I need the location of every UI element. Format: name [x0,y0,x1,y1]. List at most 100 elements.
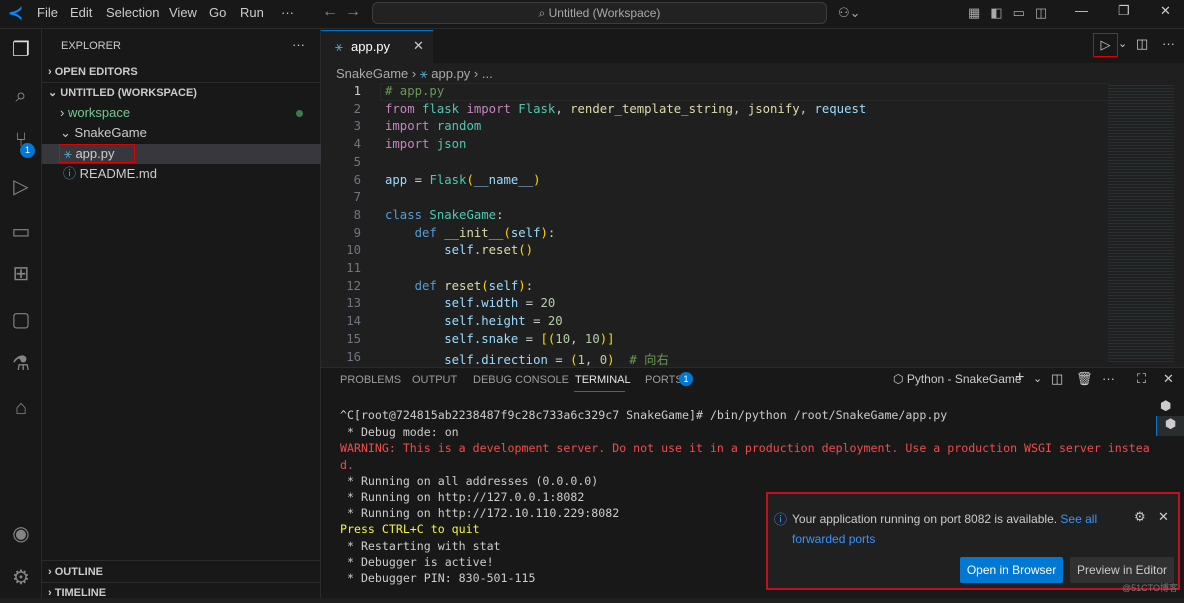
code-token: # app.py [385,84,445,98]
terminal-selector[interactable]: ⬡ Python - SnakeGame [893,372,1022,386]
terminal-instance-icon[interactable]: ⬢ [1160,398,1171,414]
manage-gear-icon[interactable]: ⚙ [8,565,34,591]
docker-icon[interactable]: ⌂ [8,395,34,421]
tab-app-py[interactable]: ⚹ app.py ✕ [321,30,433,63]
workspace-section[interactable]: ⌄ UNTITLED (WORKSPACE) [42,83,321,103]
maximize-panel-icon[interactable]: ⛶ [1137,371,1146,387]
item-label: SnakeGame [74,125,147,140]
run-python-file-button[interactable]: ▷ [1093,33,1118,57]
back-arrow-icon[interactable]: ← [322,3,338,21]
tree-item-app-py[interactable]: ⚹ app.py [42,144,321,164]
outline-section[interactable]: › OUTLINE [42,562,321,582]
explorer-icon[interactable]: ❐ [8,37,34,63]
command-center-search[interactable]: ⌕ Untitled (Workspace) [372,2,827,24]
code-token: import [385,119,437,134]
close-tab-icon[interactable]: ✕ [413,38,424,54]
notification-settings-icon[interactable]: ⚙ [1134,509,1146,525]
menu-go[interactable]: Go [209,5,226,20]
minimap[interactable] [1108,83,1174,363]
split-terminal-icon[interactable]: ◫ [1051,371,1063,387]
menu-[interactable]: ··· [281,5,294,20]
code-token: __init__ [444,225,504,240]
editor-more-icon[interactable]: ··· [1162,36,1175,51]
line-number: 6 [353,172,361,187]
tree-item-snakegame[interactable]: ⌄ SnakeGame [42,123,321,143]
kill-terminal-icon[interactable]: 🗑 [1076,371,1093,387]
close-panel-icon[interactable]: ✕ [1163,371,1174,387]
code-line: self.direction = (1, 0) # 向右 [385,350,669,368]
accounts-icon[interactable]: ◉ [8,521,34,547]
line-number: 14 [346,314,361,329]
code-token: __name__ [473,172,534,187]
code-token: , [584,352,600,367]
restore-button[interactable]: ❐ [1118,3,1130,19]
code-token: Flask [429,172,467,187]
terminal-instance-active-icon[interactable]: ⬢ [1156,416,1184,436]
tab-debug-console[interactable]: DEBUG CONSOLE [473,374,569,386]
breadcrumb-folder[interactable]: SnakeGame [336,66,408,81]
tab-ports[interactable]: PORTS [645,374,683,386]
code-line: # app.py [385,84,444,98]
code-token: ( [503,225,511,240]
tree-item-readme[interactable]: ⓘ README.md [42,164,321,184]
run-dropdown-icon[interactable]: ⌄ [1118,37,1127,50]
extensions-icon[interactable]: ⊞ [8,261,34,287]
item-label: app.py [75,146,115,161]
line-number: 1 [353,84,361,98]
code-token: [( [540,331,556,346]
more-actions-icon[interactable]: ··· [292,37,305,52]
tree-item-workspace[interactable]: › workspace [42,103,321,123]
code-token: request [814,101,867,116]
forward-arrow-icon[interactable]: → [345,3,361,21]
remote-explorer-icon[interactable]: ▭ [8,219,34,245]
code-token: , [733,101,748,116]
code-token: = [414,172,430,187]
vscode-logo-icon: ≺ [8,3,24,23]
code-token: self [385,314,474,329]
line-number: 3 [353,119,361,134]
tab-terminal[interactable]: TERMINAL [575,374,631,386]
chat-icon[interactable]: ▢ [8,307,34,333]
breadcrumb-file[interactable]: app.py [431,66,470,81]
layout-icons[interactable]: ▦◧▭◫ [968,5,1057,21]
new-terminal-icon[interactable]: + [1015,369,1024,387]
panel-more-icon[interactable]: ··· [1102,371,1115,386]
notification-close-icon[interactable]: ✕ [1158,509,1169,525]
code-token: = [533,314,548,329]
menu-selection[interactable]: Selection [106,5,159,20]
run-debug-icon[interactable]: ▷ [8,174,34,200]
tab-output[interactable]: OUTPUT [412,374,457,386]
timeline-section[interactable]: › TIMELINE [42,582,321,602]
code-token: ( [466,172,474,187]
code-token: () [518,243,534,258]
menu-run[interactable]: Run [240,5,264,20]
line-number: 11 [346,261,361,275]
preview-in-editor-button[interactable]: Preview in Editor [1070,557,1174,583]
code-line: from flask import Flask, render_template… [385,102,866,116]
minimize-button[interactable]: — [1075,3,1088,18]
close-window-button[interactable]: ✕ [1160,3,1171,19]
code-token: class [385,207,430,222]
forwarded-ports-link[interactable]: forwarded ports [792,532,875,546]
watermark: @51CTO博客 [1122,583,1178,593]
menu-file[interactable]: File [37,5,58,20]
menu-view[interactable]: View [169,5,197,20]
tab-bar [321,29,1184,63]
tab-problems[interactable]: PROBLEMS [340,374,401,386]
search-icon[interactable]: ⌕ [8,83,34,109]
terminal-dropdown-icon[interactable]: ⌄ [1033,372,1042,385]
breadcrumb-more[interactable]: ... [482,66,493,81]
code-line: import json [385,137,466,151]
copilot-icon[interactable]: ⚇⌄ [838,5,861,21]
split-editor-icon[interactable]: ◫ [1136,36,1148,52]
see-all-link[interactable]: See all [1060,512,1097,526]
ports-badge: 1 [679,372,693,386]
tab-label: app.py [351,39,391,54]
line-number: 4 [353,137,361,152]
line-number: 12 [346,278,361,293]
open-editors-section[interactable]: › OPEN EDITORS [42,62,321,82]
open-in-browser-button[interactable]: Open in Browser [960,557,1063,583]
outline-label: OUTLINE [54,566,104,578]
menu-edit[interactable]: Edit [70,5,92,20]
testing-icon[interactable]: ⚗ [8,351,34,377]
